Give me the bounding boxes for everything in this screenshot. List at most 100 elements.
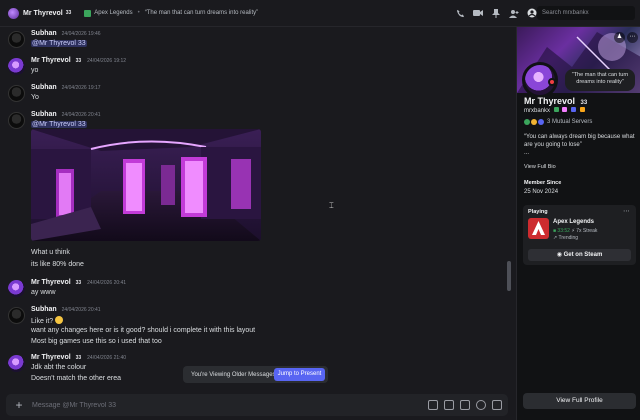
hypesquad-badge-icon[interactable] [562, 107, 568, 112]
message-author[interactable]: Subhan [31, 84, 57, 91]
header-username[interactable]: Mr Thyrevol [23, 10, 63, 17]
header-separator: • [137, 10, 140, 16]
view-full-bio-link[interactable]: View Full Bio [524, 164, 556, 170]
game-name[interactable]: Apex Legends [553, 219, 594, 225]
avatar[interactable] [8, 307, 25, 324]
avatar[interactable] [8, 58, 25, 75]
message-text: Yo [31, 94, 39, 101]
quest-badge-icon[interactable] [579, 107, 585, 112]
game-elapsed-time: 33:52 [557, 228, 570, 234]
member-since-label: Member Since [524, 180, 562, 186]
emoji-icon[interactable] [476, 400, 486, 410]
server-icon [538, 119, 544, 125]
author-badge: 33 [75, 58, 82, 64]
avatar[interactable] [8, 355, 25, 372]
header-custom-status: “The man that can turn dreams into reali… [144, 10, 259, 16]
message-timestamp: 24/04/2026 21:40 [87, 355, 127, 361]
cursor-icon: ⌶ [329, 201, 334, 210]
sticker-icon[interactable] [460, 400, 470, 410]
profile-bio: “You can always dream big because what a… [524, 133, 636, 157]
message-author[interactable]: Mr Thyrevol [31, 279, 71, 286]
member-since-date: 25 Nov 2024 [524, 189, 559, 195]
message-text: ay www [31, 289, 56, 296]
message-list: Subhan 24/04/2026 19:46 @Mr Thyrevol 33 … [0, 27, 512, 389]
older-messages-bar: You're Viewing Older Messages Jump to Pr… [183, 366, 328, 383]
header-badge: 33 [65, 10, 72, 16]
message-author[interactable]: Mr Thyrevol [31, 57, 71, 64]
search-input[interactable]: Search mrxbankx [537, 6, 635, 20]
game-trending: ↗ Trending [553, 235, 578, 241]
author-badge: 33 [75, 355, 82, 361]
gift-icon[interactable] [428, 400, 438, 410]
apps-icon[interactable] [492, 400, 502, 410]
message-author[interactable]: Subhan [31, 306, 57, 313]
chat-scrollbar[interactable] [507, 261, 511, 291]
activity-more-icon[interactable]: ⋯ [623, 207, 630, 215]
message-author[interactable]: Mr Thyrevol [31, 354, 71, 361]
image-attachment[interactable] [31, 129, 261, 241]
avatar[interactable] [8, 280, 25, 297]
header-avatar[interactable] [8, 7, 19, 19]
boost-badge-icon[interactable] [571, 107, 577, 112]
avatar[interactable] [8, 112, 25, 129]
jump-to-present-button[interactable]: Jump to Present [274, 368, 325, 381]
profile-display-name: Mr Thyrevol 33 [524, 96, 588, 106]
message-author[interactable]: Subhan [31, 111, 57, 118]
header-activity-game: Apex Legends [94, 10, 133, 16]
message-author[interactable]: Subhan [31, 30, 57, 37]
video-call-icon[interactable] [473, 8, 483, 18]
game-streak: 7x Streak [576, 228, 598, 234]
message-input[interactable] [32, 399, 292, 411]
avatar[interactable] [8, 85, 25, 102]
message-text: Doesn't match the other erea [31, 375, 122, 382]
apex-legends-logo[interactable] [528, 218, 549, 239]
smile-emoji-icon [55, 316, 64, 324]
more-options-icon[interactable]: ⋯ [627, 32, 638, 43]
voice-call-icon[interactable] [455, 8, 465, 18]
plus-icon[interactable]: + [12, 398, 26, 412]
user-mention[interactable]: @Mr Thyrevol 33 [31, 40, 87, 47]
profile-name-text: Mr Thyrevol [524, 96, 576, 106]
game-stats: ■ 33:52 ⚡ 7x Streak [553, 228, 597, 234]
bio-text: “You can always dream big because what a… [524, 134, 635, 148]
streak-icon: ⚡ [571, 228, 575, 234]
get-on-steam-label: Get on Steam [563, 252, 603, 258]
header-toolbar [455, 8, 537, 18]
nitro-badge-icon[interactable] [553, 107, 559, 112]
server-icon [524, 119, 530, 125]
message-composer: + [6, 394, 508, 416]
get-on-steam-button[interactable]: ◉ Get on Steam [528, 249, 631, 261]
pin-icon[interactable] [491, 8, 501, 18]
message-timestamp: 24/04/2026 19:17 [61, 85, 101, 91]
older-messages-text: You're Viewing Older Messages [191, 371, 276, 378]
server-icon [531, 119, 537, 125]
game-controller-icon [84, 9, 92, 17]
message-text: yo [31, 67, 39, 74]
mutual-servers-text: 3 Mutual Servers [547, 119, 593, 125]
avatar[interactable] [8, 31, 25, 48]
message-text: Most big games use this so i used that t… [31, 338, 162, 345]
custom-status-bubble: “The man that can turn dreams into reali… [565, 69, 635, 91]
profile-badge: 33 [580, 100, 588, 106]
message-timestamp: 24/04/2026 20:41 [87, 280, 127, 286]
message-timestamp: 24/04/2026 20:41 [61, 112, 101, 118]
message-text: its like 80% done [31, 261, 84, 268]
composer-toolbar [428, 400, 502, 410]
steam-icon: ◉ [556, 252, 564, 258]
game-controller-icon: ■ [553, 228, 557, 234]
user-mention[interactable]: @Mr Thyrevol 33 [31, 121, 87, 128]
message-timestamp: 24/04/2026 19:46 [61, 31, 101, 37]
friends-icon[interactable]: ♟ [614, 32, 625, 43]
mutual-servers[interactable]: 3 Mutual Servers [524, 119, 592, 125]
channel-header: Mr Thyrevol 33 Apex Legends • “The man t… [0, 0, 640, 27]
trending-text: Trending [558, 235, 579, 241]
author-badge: 33 [75, 280, 82, 286]
message-timestamp: 24/04/2026 20:41 [61, 307, 101, 313]
add-friend-icon[interactable] [509, 8, 519, 18]
message-timestamp: 24/04/2026 19:12 [87, 58, 127, 64]
profile-username: mrxbankx [524, 108, 551, 114]
user-profile-icon[interactable] [527, 8, 537, 18]
message-text: Like it? [31, 318, 54, 325]
view-full-profile-button[interactable]: View Full Profile [523, 393, 636, 409]
gif-icon[interactable] [444, 400, 454, 410]
